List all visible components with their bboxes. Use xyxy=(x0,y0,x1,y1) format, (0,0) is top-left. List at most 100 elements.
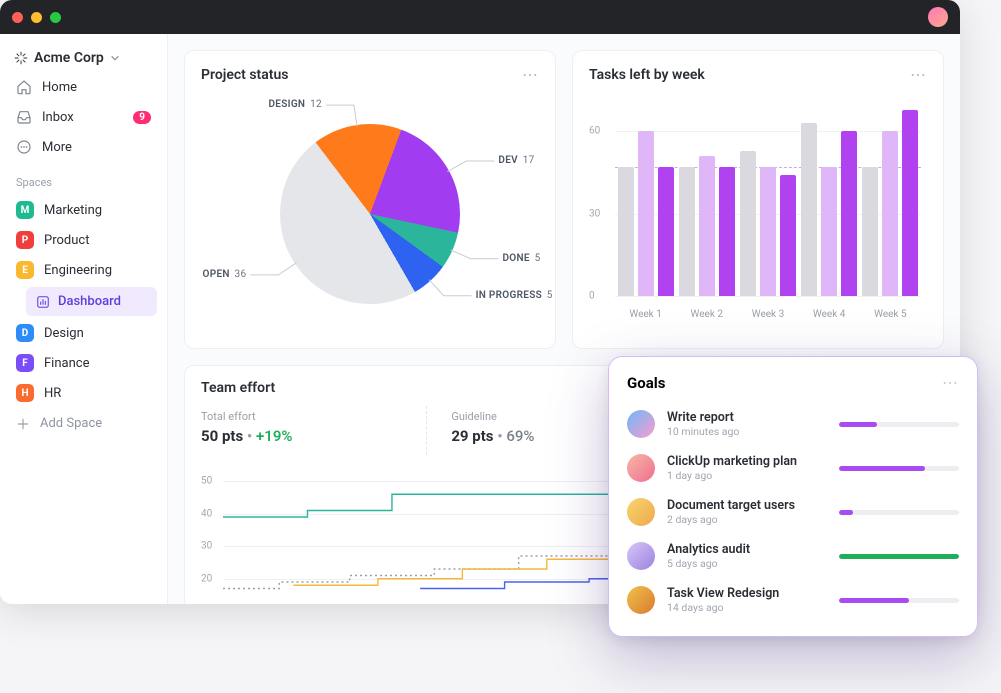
bar-xlabel: Week 1 xyxy=(629,309,662,320)
card-menu-button[interactable]: ⋯ xyxy=(522,65,539,84)
goal-progress xyxy=(839,598,959,603)
goals-title: Goals xyxy=(627,374,665,392)
space-item[interactable]: H HR xyxy=(6,378,161,408)
goal-time: 5 days ago xyxy=(667,557,827,570)
bar xyxy=(862,167,878,296)
nav-inbox[interactable]: Inbox 9 xyxy=(6,102,161,132)
goal-title: Task View Redesign xyxy=(667,586,827,601)
bar xyxy=(821,167,837,296)
pie-chart: OPEN 36DESIGN 12DEV 17DONE 5IN PROGRESS … xyxy=(201,94,539,334)
bar xyxy=(801,123,817,296)
pie-slice-label: DEV 17 xyxy=(498,155,534,166)
space-item[interactable]: E Engineering xyxy=(6,255,161,285)
goal-title: Write report xyxy=(667,410,827,425)
user-avatar[interactable] xyxy=(928,7,948,27)
goal-item[interactable]: Analytics audit5 days ago xyxy=(627,534,959,578)
nav-label: Home xyxy=(42,80,77,95)
workspace-name: Acme Corp xyxy=(34,50,104,66)
goals-menu-button[interactable]: ⋯ xyxy=(942,373,959,392)
card-menu-button[interactable]: ⋯ xyxy=(910,65,927,84)
bar xyxy=(841,131,857,296)
tasks-left-card: Tasks left by week ⋯ Week 1Week 2Week 3W… xyxy=(572,50,944,349)
stat-label: Total effort xyxy=(201,410,426,423)
goal-title: Analytics audit xyxy=(667,542,827,557)
bar-group xyxy=(740,104,796,296)
stat-block: Total effort 50 pts • +19% xyxy=(201,406,427,455)
goal-item[interactable]: Task View Redesign14 days ago xyxy=(627,578,959,622)
sidebar: Acme Corp Home Inbox 9 More Spaces MMark… xyxy=(0,34,168,604)
goal-title: Document target users xyxy=(667,498,827,513)
more-icon xyxy=(16,139,32,155)
bar-ytick: 30 xyxy=(589,208,600,219)
space-icon: F xyxy=(16,354,34,372)
bar-group xyxy=(801,104,857,296)
space-label: Engineering xyxy=(44,263,112,278)
line-ytick: 30 xyxy=(201,541,212,552)
chart-icon xyxy=(36,295,50,309)
goal-avatar xyxy=(627,410,655,438)
dashboard-label: Dashboard xyxy=(58,294,121,309)
goal-time: 2 days ago xyxy=(667,513,827,526)
space-label: HR xyxy=(44,386,61,401)
goal-time: 1 day ago xyxy=(667,469,827,482)
card-title: Team effort xyxy=(201,380,275,396)
space-icon: E xyxy=(16,261,34,279)
space-item[interactable]: DDesign xyxy=(6,318,161,348)
maximize-window-icon[interactable] xyxy=(50,12,61,23)
goal-progress xyxy=(839,466,959,471)
bar-group xyxy=(679,104,735,296)
bar-group xyxy=(618,104,674,296)
goals-panel: Goals ⋯ Write report10 minutes ago Click… xyxy=(608,356,978,637)
goal-progress xyxy=(839,422,959,427)
space-icon: D xyxy=(16,324,34,342)
space-item[interactable]: F Finance xyxy=(6,348,161,378)
spaces-section-label: Spaces xyxy=(6,162,161,195)
titlebar xyxy=(0,0,960,34)
bar xyxy=(618,167,634,296)
bar-xlabel: Week 3 xyxy=(752,309,785,320)
workspace-switcher[interactable]: Acme Corp xyxy=(6,44,161,72)
pie-slice-label: DONE 5 xyxy=(502,253,540,264)
goal-item[interactable]: Write report10 minutes ago xyxy=(627,402,959,446)
inbox-icon xyxy=(16,109,32,125)
goal-item[interactable]: ClickUp marketing plan1 day ago xyxy=(627,446,959,490)
goal-avatar xyxy=(627,586,655,614)
bar-chart: Week 1Week 2Week 3Week 4Week 5 03060 xyxy=(589,94,927,324)
space-label: Finance xyxy=(44,356,89,371)
goal-item[interactable]: Document target users2 days ago xyxy=(627,490,959,534)
bar xyxy=(780,175,796,296)
close-window-icon[interactable] xyxy=(12,12,23,23)
goal-avatar xyxy=(627,454,655,482)
card-title: Project status xyxy=(201,67,288,83)
goal-avatar xyxy=(627,542,655,570)
space-label: Marketing xyxy=(44,203,102,218)
inbox-badge: 9 xyxy=(133,111,151,124)
dashboard-subitem[interactable]: Dashboard xyxy=(26,287,157,316)
space-item[interactable]: PProduct xyxy=(6,225,161,255)
space-icon: H xyxy=(16,384,34,402)
space-label: Product xyxy=(44,233,89,248)
goal-title: ClickUp marketing plan xyxy=(667,454,827,469)
bar-ytick: 60 xyxy=(589,126,600,137)
bar xyxy=(740,151,756,296)
bar xyxy=(658,167,674,296)
stat-value: 50 pts • +19% xyxy=(201,427,426,445)
bar xyxy=(638,131,654,296)
bar xyxy=(760,167,776,296)
nav-label: More xyxy=(42,140,72,155)
line-ytick: 50 xyxy=(201,476,212,487)
nav-home[interactable]: Home xyxy=(6,72,161,102)
nav-more[interactable]: More xyxy=(6,132,161,162)
bar xyxy=(719,167,735,296)
bar xyxy=(902,110,918,297)
goal-progress xyxy=(839,554,959,559)
space-item[interactable]: MMarketing xyxy=(6,195,161,225)
goal-time: 10 minutes ago xyxy=(667,425,827,438)
bar xyxy=(699,156,715,296)
project-status-card: Project status ⋯ OPEN 36DESIGN 12DEV 17D… xyxy=(184,50,556,349)
window-controls xyxy=(12,12,61,23)
add-space-button[interactable]: Add Space xyxy=(6,408,161,439)
workspace-icon xyxy=(14,51,28,65)
bar xyxy=(679,167,695,296)
minimize-window-icon[interactable] xyxy=(31,12,42,23)
